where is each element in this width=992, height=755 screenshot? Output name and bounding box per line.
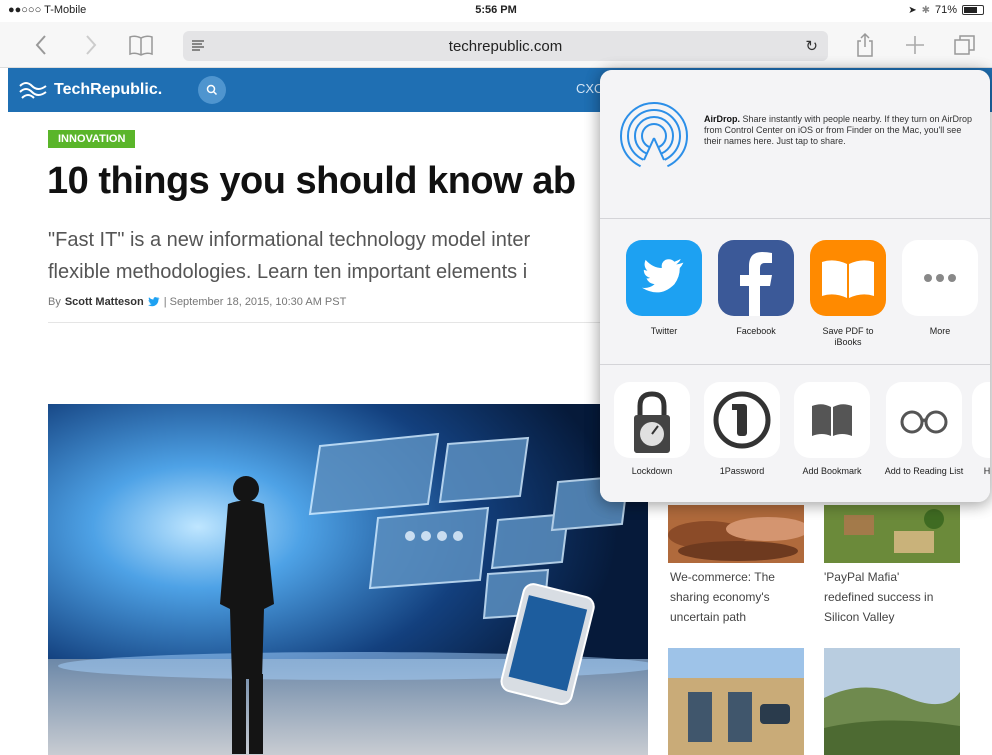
ibooks-icon	[810, 240, 886, 316]
twitter-label: Twitter	[650, 326, 678, 336]
site-logo[interactable]: TechRepublic.	[18, 78, 162, 102]
ibooks-label: Save PDF to iBooks	[822, 326, 874, 347]
new-tab-icon[interactable]	[900, 30, 930, 60]
card-image-hands[interactable]	[668, 505, 804, 563]
airdrop-description: AirDrop. Share instantly with people nea…	[704, 114, 980, 147]
hero-image[interactable]	[48, 404, 648, 755]
facebook-icon	[718, 240, 794, 316]
partial-action-label: H	[983, 466, 990, 476]
separator-2	[600, 364, 990, 365]
airdrop-icon[interactable]	[618, 100, 690, 177]
status-right: ➤ ✱ 71%	[908, 4, 984, 16]
lockdown-label: Lockdown	[631, 466, 673, 476]
card-2-line-2: redefined success in	[824, 590, 934, 604]
card-1-line-1: We-commerce: The	[670, 570, 775, 584]
address-bar[interactable]: techrepublic.com ↻	[183, 31, 828, 61]
battery-fill	[964, 7, 977, 13]
card-image-building[interactable]	[668, 648, 804, 755]
twitter-bird-icon[interactable]	[147, 297, 160, 307]
action-add-reading-list[interactable]: Add to Reading List	[882, 382, 966, 477]
card-1-line-2: sharing economy's	[670, 590, 770, 604]
share-icon[interactable]	[850, 30, 880, 60]
1password-label: 1Password	[719, 466, 765, 476]
forward-icon[interactable]	[76, 30, 106, 60]
more-icon	[902, 240, 978, 316]
glasses-icon	[886, 382, 962, 458]
1password-icon	[704, 382, 780, 458]
share-sheet: AirDrop. Share instantly with people nea…	[600, 70, 990, 502]
back-icon[interactable]	[26, 30, 56, 60]
twitter-icon	[626, 240, 702, 316]
article-dek: "Fast IT" is a new informational technol…	[48, 224, 608, 288]
add-bookmark-label: Add Bookmark	[802, 466, 862, 476]
card-2-line-3: Silicon Valley	[824, 610, 895, 624]
site-search-button[interactable]	[198, 76, 226, 104]
location-icon: ➤	[908, 4, 917, 16]
action-partial[interactable]: H	[972, 382, 990, 477]
url-text[interactable]: techrepublic.com	[183, 38, 828, 55]
action-1password[interactable]: 1Password	[700, 382, 784, 477]
publish-date: | September 18, 2015, 10:30 AM PST	[163, 296, 347, 308]
logo-text: TechRepublic.	[54, 81, 163, 98]
partial-action-icon	[972, 382, 990, 458]
more-label: More	[929, 326, 951, 336]
separator-1	[600, 218, 990, 219]
bluetooth-icon: ✱	[921, 4, 930, 16]
tabs-icon[interactable]	[950, 30, 980, 60]
card-image-landscape[interactable]	[824, 648, 960, 755]
reading-list-label: Add to Reading List	[884, 466, 964, 476]
bookmarks-icon[interactable]	[126, 30, 156, 60]
safari-window: ●●○○○ T-Mobile 5:56 PM ➤ ✱ 71% techrepub…	[0, 0, 992, 755]
share-app-twitter[interactable]: Twitter	[624, 240, 704, 337]
action-lockdown[interactable]: Lockdown	[610, 382, 694, 477]
share-app-more[interactable]: More	[900, 240, 980, 337]
share-app-facebook[interactable]: Facebook	[716, 240, 796, 337]
card-title-2[interactable]: 'PayPal Mafia' redefined success in Sili…	[824, 567, 960, 627]
reload-icon[interactable]: ↻	[805, 37, 818, 55]
search-icon	[206, 84, 218, 96]
card-2-line-1: 'PayPal Mafia'	[824, 570, 900, 584]
airdrop-title: AirDrop.	[704, 114, 740, 124]
airdrop-body: Share instantly with people nearby. If t…	[704, 114, 972, 146]
author-link[interactable]: Scott Matteson	[65, 296, 144, 308]
status-bar: ●●○○○ T-Mobile 5:56 PM ➤ ✱ 71%	[0, 0, 992, 22]
book-icon	[794, 382, 870, 458]
byline: By Scott Matteson | September 18, 2015, …	[48, 296, 346, 308]
card-image-aerial[interactable]	[824, 505, 960, 563]
share-app-ibooks[interactable]: Save PDF to iBooks	[808, 240, 888, 348]
lock-icon	[614, 382, 690, 458]
battery-percent: 71%	[934, 4, 957, 16]
dek-line-2: flexible methodologies. Learn ten import…	[48, 261, 528, 283]
category-tag[interactable]: INNOVATION	[48, 130, 136, 148]
article-headline: 10 things you should know ab	[47, 160, 576, 202]
clock: 5:56 PM	[475, 4, 517, 16]
card-title-1[interactable]: We-commerce: The sharing economy's uncer…	[670, 567, 806, 627]
dek-line-1: "Fast IT" is a new informational technol…	[48, 229, 531, 251]
browser-toolbar: techrepublic.com ↻	[0, 22, 992, 68]
divider	[48, 322, 608, 323]
card-1-line-3: uncertain path	[670, 610, 747, 624]
battery-icon	[962, 5, 984, 15]
byline-prefix: By	[48, 296, 61, 308]
action-add-bookmark[interactable]: Add Bookmark	[790, 382, 874, 477]
logo-icon	[19, 82, 47, 99]
facebook-label: Facebook	[736, 326, 776, 336]
